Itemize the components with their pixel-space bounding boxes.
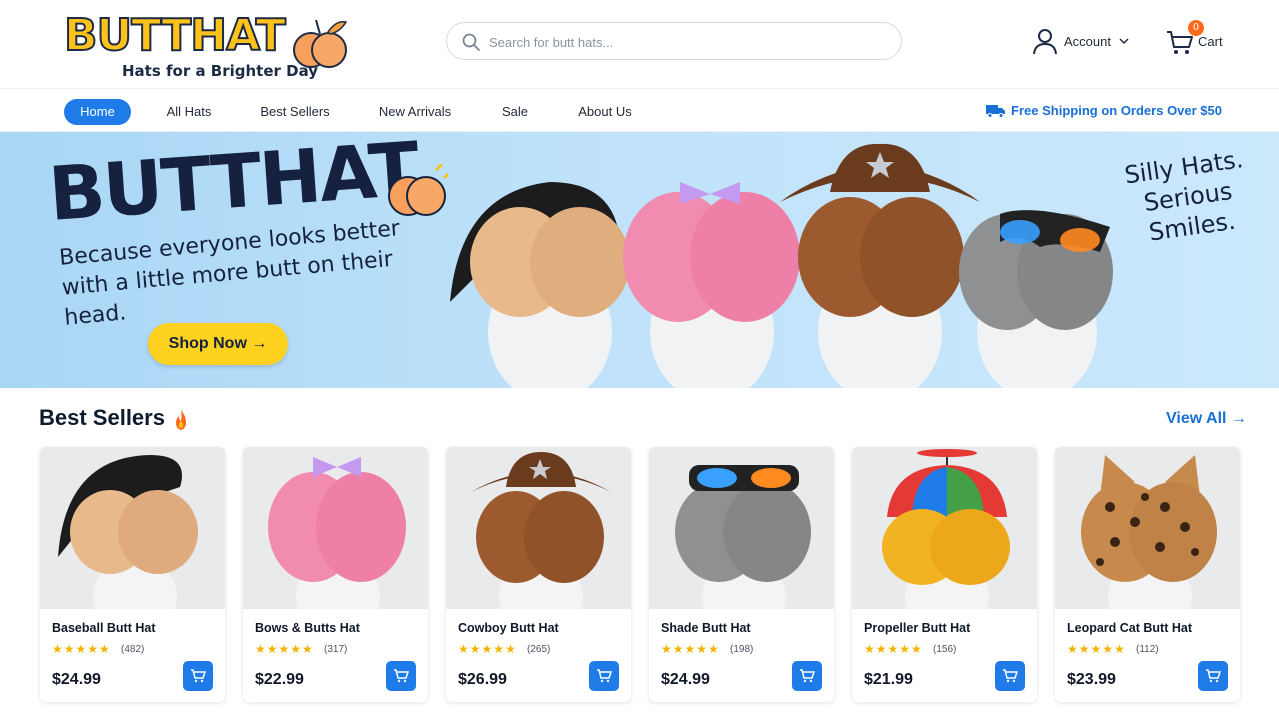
search-input[interactable] [489, 31, 889, 53]
review-count: (317) [324, 644, 348, 655]
add-to-cart-button[interactable] [589, 661, 619, 691]
hero-tagline: Silly Hats. Serious Smiles. [1122, 145, 1245, 247]
review-count: (198) [730, 644, 754, 655]
product-image[interactable] [1055, 447, 1240, 637]
cart-icon [800, 669, 815, 683]
hero-banner: BUTTHAT Because everyone looks better wi… [0, 132, 1279, 388]
add-to-cart-button[interactable] [792, 661, 822, 691]
shipping-text: Free Shipping on Orders Over $50 [1011, 103, 1222, 118]
view-all-link[interactable]: View All → [1166, 410, 1247, 428]
cart-label: Cart [1198, 33, 1223, 49]
product-illustration [471, 452, 611, 637]
review-count: (156) [933, 644, 957, 655]
fire-icon [176, 410, 186, 430]
cart-icon [191, 669, 206, 683]
logo-text: BUTTHAT [63, 9, 287, 62]
account-menu[interactable]: Account [1032, 26, 1129, 56]
cart-icon [394, 669, 409, 683]
product-name[interactable]: Baseball Butt Hat [52, 621, 156, 635]
product-illustration [675, 465, 811, 637]
product-name[interactable]: Bows & Butts Hat [255, 621, 360, 635]
chevron-down-icon [1119, 38, 1129, 45]
product-price: $21.99 [864, 671, 913, 688]
product-image[interactable] [40, 447, 225, 637]
nav-best-sellers[interactable]: Best Sellers [250, 99, 340, 125]
main-nav: Home All Hats Best Sellers New Arrivals … [0, 88, 1279, 132]
product-card[interactable]: Bows & Butts Hat ★★★★★ (317) $22.99 [243, 447, 428, 702]
cart-button[interactable]: 0 Cart [1166, 20, 1223, 60]
product-image[interactable] [852, 447, 1037, 637]
product-card[interactable]: Shade Butt Hat ★★★★★ (198) $24.99 [649, 447, 834, 702]
account-label: Account [1064, 33, 1111, 49]
brand-logo[interactable]: BUTTHAT Hats for a Brighter Day [63, 8, 354, 84]
review-count: (482) [121, 644, 145, 655]
shop-now-button[interactable]: Shop Now → [148, 323, 288, 365]
nav-about-us[interactable]: About Us [570, 99, 640, 125]
add-to-cart-button[interactable] [386, 661, 416, 691]
hero-hats-illustration [450, 143, 1113, 388]
star-rating: ★★★★★ [1067, 642, 1126, 656]
star-rating: ★★★★★ [864, 642, 923, 656]
review-count: (265) [527, 644, 551, 655]
cart-count-badge: 0 [1188, 20, 1204, 36]
star-rating: ★★★★★ [458, 642, 517, 656]
product-illustration [58, 455, 198, 637]
search-icon [462, 33, 480, 51]
add-to-cart-button[interactable] [183, 661, 213, 691]
star-rating: ★★★★★ [255, 642, 314, 656]
user-icon [1033, 29, 1057, 55]
product-price: $24.99 [661, 671, 710, 688]
product-card[interactable]: Baseball Butt Hat ★★★★★ (482) $24.99 [40, 447, 225, 702]
cart-icon [597, 669, 612, 683]
product-name[interactable]: Propeller Butt Hat [864, 621, 970, 635]
product-price: $22.99 [255, 671, 304, 688]
best-sellers-title: Best Sellers [39, 405, 165, 430]
add-to-cart-button[interactable] [995, 661, 1025, 691]
product-price: $23.99 [1067, 671, 1116, 688]
product-price: $24.99 [52, 671, 101, 688]
product-illustration [268, 457, 406, 637]
product-price: $26.99 [458, 671, 507, 688]
product-card[interactable]: Propeller Butt Hat ★★★★★ (156) $21.99 [852, 447, 1037, 702]
product-name[interactable]: Leopard Cat Butt Hat [1067, 621, 1192, 635]
product-image[interactable] [243, 447, 428, 637]
star-rating: ★★★★★ [661, 642, 720, 656]
review-count: (112) [1136, 644, 1159, 655]
product-name[interactable]: Cowboy Butt Hat [458, 621, 559, 635]
cart-icon [1003, 669, 1018, 683]
add-to-cart-button[interactable] [1198, 661, 1228, 691]
star-rating: ★★★★★ [52, 642, 111, 656]
site-header: BUTTHAT Hats for a Brighter Day Account [0, 0, 1279, 88]
product-name[interactable]: Shade Butt Hat [661, 621, 751, 635]
product-image[interactable] [649, 447, 834, 637]
product-image[interactable] [446, 447, 631, 637]
nav-home[interactable]: Home [64, 99, 131, 125]
free-shipping-banner[interactable]: Free Shipping on Orders Over $50 [986, 103, 1222, 118]
truck-icon [986, 104, 1006, 118]
nav-sale[interactable]: Sale [494, 99, 536, 125]
nav-new-arrivals[interactable]: New Arrivals [370, 99, 460, 125]
search-bar[interactable] [446, 22, 902, 60]
product-illustration [1081, 455, 1217, 637]
cart-icon [1206, 669, 1221, 683]
product-card[interactable]: Cowboy Butt Hat ★★★★★ (265) $26.99 [446, 447, 631, 702]
logo-tagline: Hats for a Brighter Day [122, 62, 319, 80]
product-card[interactable]: Leopard Cat Butt Hat ★★★★★ (112) $23.99 [1055, 447, 1240, 702]
product-illustration [882, 449, 1010, 637]
nav-all-hats[interactable]: All Hats [154, 99, 224, 125]
